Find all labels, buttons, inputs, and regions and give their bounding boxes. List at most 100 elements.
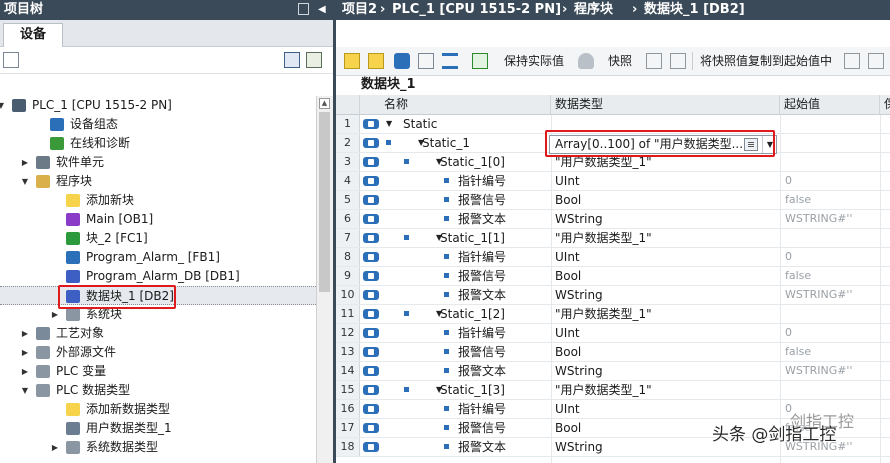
tree-scrollbar[interactable]: ▲: [316, 96, 333, 463]
tree-item[interactable]: ▶ 工艺对象: [0, 324, 316, 343]
datatype-browse-icon[interactable]: [744, 138, 758, 151]
table-row[interactable]: 5 报警信号 Bool false: [336, 191, 890, 210]
var-start-value[interactable]: false: [785, 191, 811, 209]
expand-right-icon[interactable]: ▶: [20, 324, 30, 343]
tree-item[interactable]: Program_Alarm_ [FB1]: [0, 248, 316, 267]
var-datatype[interactable]: "用户数据类型_1": [555, 153, 652, 171]
table-row[interactable]: 11 ▼ Static_1[2] "用户数据类型_1": [336, 305, 890, 324]
tree-item[interactable]: Program_Alarm_DB [DB1]: [0, 267, 316, 286]
var-name[interactable]: 指针编号: [458, 324, 506, 342]
table-row[interactable]: 15 ▼ Static_1[3] "用户数据类型_1": [336, 381, 890, 400]
var-name[interactable]: 报警文本: [458, 438, 506, 456]
tree-view-icon[interactable]: [3, 52, 19, 68]
table-row[interactable]: 13 报警信号 Bool false: [336, 343, 890, 362]
download-icon[interactable]: [868, 53, 884, 69]
var-start-value[interactable]: 0: [785, 172, 792, 190]
var-datatype[interactable]: Bool: [555, 419, 581, 437]
var-name[interactable]: 报警信号: [458, 191, 506, 209]
var-datatype[interactable]: "用户数据类型_1": [555, 305, 652, 323]
load-start-values-icon[interactable]: [844, 53, 860, 69]
var-name[interactable]: 报警文本: [458, 362, 506, 380]
tab-device[interactable]: 设备: [3, 23, 63, 47]
var-datatype[interactable]: Bool: [555, 343, 581, 361]
datatype-editor-value[interactable]: Array[0..100] of "用户数据类型...: [555, 136, 743, 153]
insert-row-icon[interactable]: [344, 53, 360, 69]
breadcrumb-item-project[interactable]: 项目2: [342, 0, 377, 20]
collapse-all-icon[interactable]: [418, 53, 434, 69]
table-row[interactable]: 4 指针编号 UInt 0: [336, 172, 890, 191]
table-row[interactable]: 1 ▼ Static: [336, 115, 890, 134]
table-row[interactable]: 3 ▼ Static_1[0] "用户数据类型_1": [336, 153, 890, 172]
breadcrumb-item-db[interactable]: 数据块_1 [DB2]: [644, 0, 745, 20]
var-name[interactable]: 指针编号: [458, 248, 506, 266]
expand-right-icon[interactable]: ▶: [50, 438, 60, 457]
var-datatype[interactable]: WString: [555, 438, 603, 456]
tree-item[interactable]: 块_2 [FC1]: [0, 229, 316, 248]
tree-item[interactable]: ▼ PLC_1 [CPU 1515-2 PN]: [0, 96, 316, 115]
var-datatype[interactable]: WString: [555, 362, 603, 380]
var-datatype[interactable]: WString: [555, 286, 603, 304]
var-start-value[interactable]: 0: [785, 248, 792, 266]
tree-item[interactable]: ▶ 外部源文件: [0, 343, 316, 362]
var-name[interactable]: Static: [403, 115, 437, 133]
expand-down-icon[interactable]: ▼: [0, 96, 6, 115]
var-name[interactable]: 报警文本: [458, 286, 506, 304]
tree-item[interactable]: 添加新数据类型: [0, 400, 316, 419]
table-row[interactable]: 9 报警信号 Bool false: [336, 267, 890, 286]
var-start-value[interactable]: WSTRING#'': [785, 286, 852, 304]
pane-dock-icon[interactable]: [298, 3, 309, 15]
var-datatype[interactable]: UInt: [555, 400, 580, 418]
var-start-value[interactable]: 0: [785, 324, 792, 342]
scroll-thumb[interactable]: [319, 112, 330, 292]
tree-item[interactable]: ▶ 系统块: [0, 305, 316, 324]
var-datatype[interactable]: UInt: [555, 172, 580, 190]
table-row[interactable]: 10 报警文本 WString WSTRING#'': [336, 286, 890, 305]
table-row[interactable]: 12 指针编号 UInt 0: [336, 324, 890, 343]
var-datatype[interactable]: Bool: [555, 267, 581, 285]
table-row[interactable]: 7 ▼ Static_1[1] "用户数据类型_1": [336, 229, 890, 248]
expand-right-icon[interactable]: ▶: [20, 343, 30, 362]
col-header-datatype[interactable]: 数据类型: [551, 95, 780, 115]
chevron-down-icon[interactable]: ▼: [762, 136, 777, 153]
tree-item[interactable]: ▶ 软件单元: [0, 153, 316, 172]
var-start-value[interactable]: false: [785, 267, 811, 285]
expand-down-icon[interactable]: ▼: [20, 172, 30, 191]
var-start-value[interactable]: WSTRING#'': [785, 362, 852, 380]
expand-all-icon[interactable]: [394, 53, 410, 69]
var-name[interactable]: 指针编号: [458, 400, 506, 418]
col-header-name[interactable]: 名称: [360, 95, 551, 115]
var-name[interactable]: 报警信号: [458, 267, 506, 285]
tree-item[interactable]: 用户数据类型_1: [0, 419, 316, 438]
var-name[interactable]: 指针编号: [458, 172, 506, 190]
keep-actual-values-button[interactable]: 保持实际值: [504, 47, 564, 75]
col-header-retain[interactable]: 保: [880, 95, 890, 115]
expand-down-icon[interactable]: ▼: [20, 381, 30, 400]
var-datatype[interactable]: "用户数据类型_1": [555, 229, 652, 247]
var-datatype[interactable]: Bool: [555, 191, 581, 209]
tree-item[interactable]: 设备组态: [0, 115, 316, 134]
add-row-icon[interactable]: [368, 53, 384, 69]
snapshot-icon[interactable]: [578, 53, 594, 69]
tree-item[interactable]: ▼ PLC 数据类型: [0, 381, 316, 400]
var-name[interactable]: Static_1[2]: [440, 305, 505, 323]
scroll-up-icon[interactable]: ▲: [319, 98, 330, 109]
snapshot-button[interactable]: 快照: [608, 47, 632, 75]
expand-right-icon[interactable]: ▶: [20, 362, 30, 381]
tree-item[interactable]: Main [OB1]: [0, 210, 316, 229]
var-name[interactable]: 报警信号: [458, 419, 506, 437]
list-view-icon[interactable]: [284, 52, 300, 68]
tree-item[interactable]: ▼ 程序块: [0, 172, 316, 191]
table-row[interactable]: 8 指针编号 UInt 0: [336, 248, 890, 267]
tree-item[interactable]: ▶ PLC 变量: [0, 362, 316, 381]
datatype-editor[interactable]: Array[0..100] of "用户数据类型... ▼: [549, 135, 777, 154]
var-name[interactable]: 报警信号: [458, 343, 506, 361]
copy-to-start-icon[interactable]: [670, 53, 686, 69]
expand-right-icon[interactable]: ▶: [50, 305, 60, 324]
table-row[interactable]: 6 报警文本 WString WSTRING#'': [336, 210, 890, 229]
var-datatype[interactable]: "用户数据类型_1": [555, 381, 652, 399]
collapse-icon[interactable]: ▼: [386, 115, 392, 133]
tree-item[interactable]: 在线和诊断: [0, 134, 316, 153]
var-start-value[interactable]: false: [785, 343, 811, 361]
detail-view-icon[interactable]: [306, 52, 322, 68]
pane-collapse-icon[interactable]: ◀: [318, 0, 326, 20]
